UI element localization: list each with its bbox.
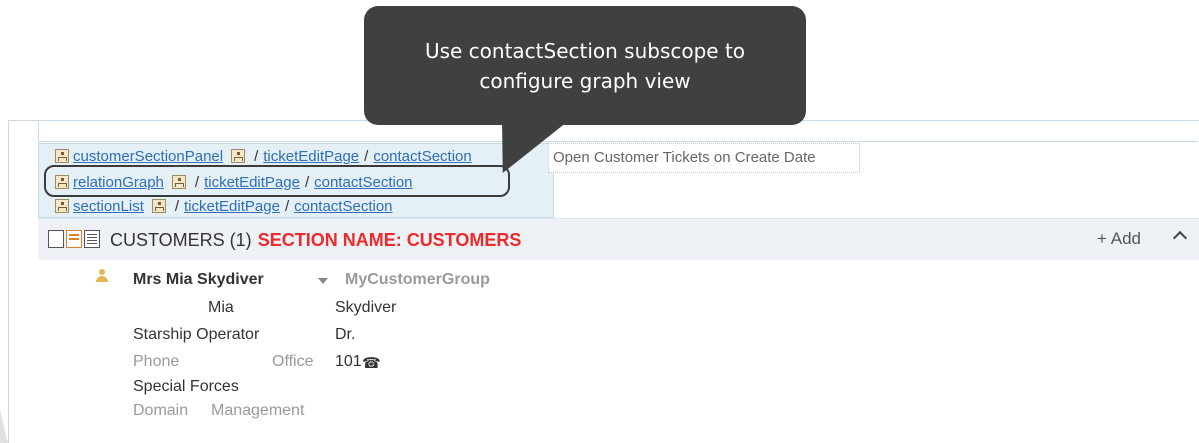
last-name-value: Skydiver: [335, 299, 397, 316]
section-title-text: CUSTOMERS (1): [110, 230, 252, 250]
path-separator: /: [174, 197, 180, 215]
callout-line-2: configure graph view: [479, 69, 691, 93]
card-view-icon[interactable]: [66, 230, 82, 248]
section-title: CUSTOMERS (1) SECTION NAME: CUSTOMERS: [110, 230, 521, 251]
section-header: CUSTOMERS (1) SECTION NAME: CUSTOMERS + A…: [38, 218, 1199, 260]
phone-type-label: Office: [272, 353, 314, 370]
path-link-ticket-edit-page[interactable]: ticketEditPage: [184, 198, 280, 215]
contact-group[interactable]: MyCustomerGroup: [345, 271, 490, 289]
scope-item-section-list[interactable]: sectionList / ticketEditPage / contactSe…: [55, 195, 393, 217]
resize-corner: [0, 410, 8, 443]
hierarchy-icon[interactable]: [231, 149, 246, 163]
title-value: Dr.: [335, 326, 356, 343]
chevron-up-icon[interactable]: [1172, 230, 1188, 246]
first-name-value: Mia: [208, 299, 234, 316]
person-icon: [96, 269, 108, 283]
path-separator: /: [364, 147, 369, 165]
scope-link-section-list[interactable]: sectionList: [73, 198, 144, 215]
contact-name[interactable]: Mrs Mia Skydiver: [133, 271, 264, 289]
hierarchy-icon: [55, 149, 69, 163]
path-link-ticket-edit-page[interactable]: ticketEditPage: [263, 148, 359, 165]
list-view-icon[interactable]: [84, 230, 100, 248]
path-separator: /: [254, 147, 259, 165]
hierarchy-icon[interactable]: [151, 199, 166, 213]
hierarchy-icon: [55, 199, 69, 213]
domain-label: Domain: [133, 402, 189, 419]
path-link-contact-section[interactable]: contactSection: [294, 198, 392, 215]
path-link-contact-section[interactable]: contactSection: [373, 148, 471, 165]
phone-number[interactable]: 101: [335, 353, 362, 371]
unit-value: Special Forces: [133, 378, 239, 395]
scope-item-customer-section-panel[interactable]: customerSectionPanel / ticketEditPage / …: [55, 145, 472, 167]
section-name-note: SECTION NAME: CUSTOMERS: [257, 230, 522, 250]
phone-label: Phone: [133, 353, 180, 370]
scope-link-customer-section-panel[interactable]: customerSectionPanel: [73, 148, 223, 165]
single-view-icon[interactable]: [48, 230, 64, 248]
role-value: Starship Operator: [133, 326, 260, 343]
callout-bubble: Use contactSection subscope to configure…: [364, 6, 806, 125]
callout-line-1: Use contactSection subscope to: [424, 39, 746, 63]
filter-field[interactable]: Open Customer Tickets on Create Date: [548, 143, 860, 173]
domain-value: Management: [211, 402, 305, 419]
phone-icon[interactable]: ☎: [362, 354, 381, 372]
add-button[interactable]: + Add: [1097, 229, 1141, 249]
path-separator: /: [284, 197, 290, 215]
dropdown-arrow-icon[interactable]: [318, 278, 328, 284]
highlight-frame: [44, 165, 510, 197]
